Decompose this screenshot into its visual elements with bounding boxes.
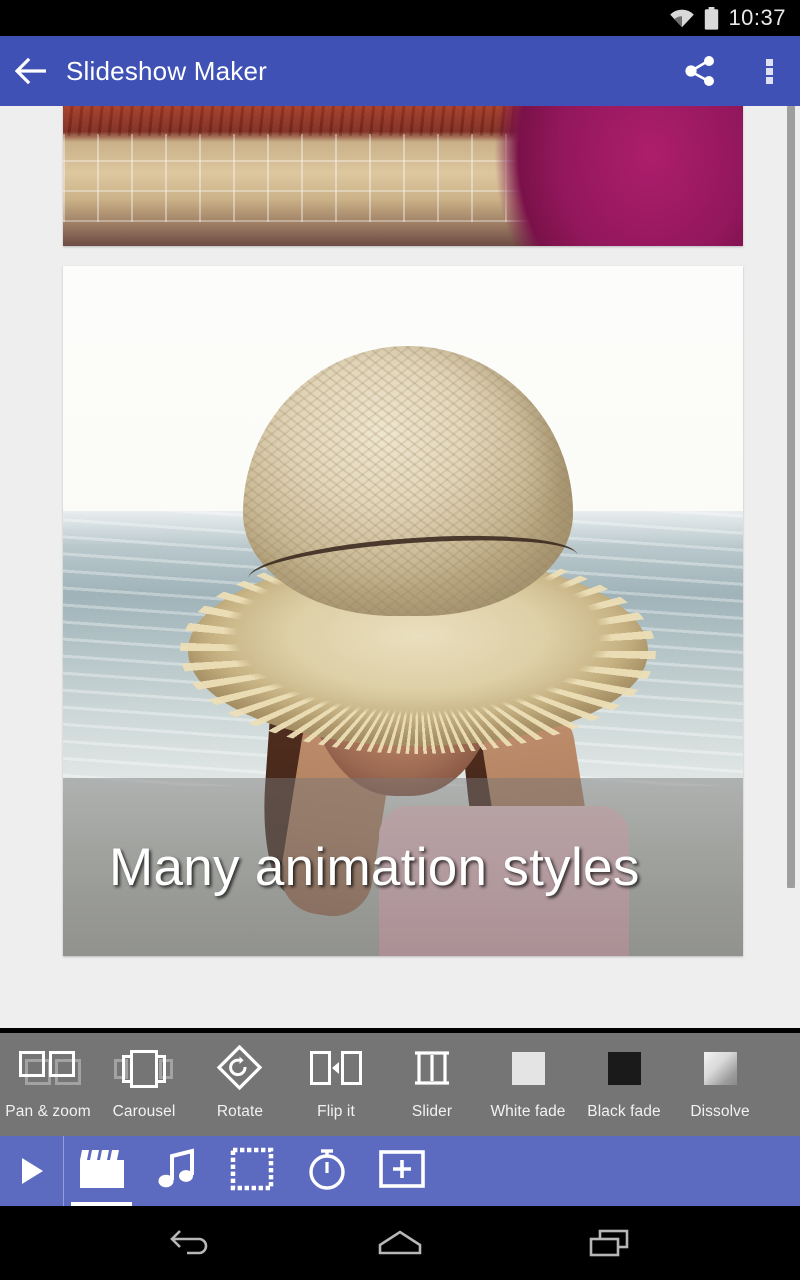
style-label: Carousel (112, 1103, 176, 1120)
style-item-carousel[interactable]: Carousel (96, 1033, 192, 1136)
style-item-dissolve[interactable]: Dissolve (672, 1033, 768, 1136)
animation-styles-bar[interactable]: Pan & zoom Carousel Rotate Flip it Slide… (0, 1033, 800, 1136)
play-icon[interactable] (0, 1136, 64, 1206)
caption-overlay[interactable]: Many animation styles (63, 778, 743, 956)
overflow-dot (765, 76, 773, 84)
tab-timer[interactable] (289, 1136, 364, 1206)
carousel-icon (113, 1045, 175, 1097)
bottom-toolbar[interactable] (0, 1136, 800, 1206)
tab-add[interactable] (364, 1136, 439, 1206)
style-label: Flip it (317, 1103, 355, 1120)
app-bar: Slideshow Maker (0, 36, 800, 106)
style-item-slider[interactable]: Slider (384, 1033, 480, 1136)
style-item-pan-and-zoom[interactable]: Pan & zoom (0, 1033, 96, 1136)
dissolve-icon (689, 1045, 751, 1097)
timer-icon (304, 1146, 350, 1197)
style-item-flip-it[interactable]: Flip it (288, 1033, 384, 1136)
tab-music[interactable] (139, 1136, 214, 1206)
photo-subject (483, 106, 743, 246)
style-label: Rotate (216, 1103, 264, 1120)
caption-text: Many animation styles (109, 837, 640, 897)
share-icon[interactable] (662, 36, 738, 106)
status-bar-clock: 10:37 (728, 5, 786, 30)
clapperboard-icon (76, 1147, 128, 1196)
slide-card-current[interactable]: Many animation styles (63, 266, 743, 956)
rotate-icon (209, 1044, 271, 1097)
overflow-dot (765, 67, 773, 75)
status-bar: 10:37 (0, 0, 800, 36)
tab-video-clapperboard[interactable] (64, 1136, 139, 1206)
style-label: White fade (490, 1103, 566, 1120)
page-title: Slideshow Maker (66, 55, 267, 86)
slider-icon (401, 1045, 463, 1097)
android-back-icon[interactable] (160, 1218, 220, 1268)
android-nav-bar (0, 1206, 800, 1280)
tab-frame[interactable] (214, 1136, 289, 1206)
style-item-rotate[interactable]: Rotate (192, 1033, 288, 1136)
music-note-icon (155, 1147, 199, 1196)
black-fade-icon (593, 1045, 655, 1097)
vertical-scrollbar-thumb[interactable] (787, 106, 795, 888)
style-item-black-fade[interactable]: Black fade (576, 1033, 672, 1136)
style-label: Pan & zoom (5, 1103, 91, 1120)
slide-card-previous[interactable] (63, 106, 743, 246)
pan-and-zoom-icon (17, 1045, 81, 1097)
back-arrow-icon[interactable] (0, 36, 64, 106)
slide-photo (63, 106, 743, 246)
style-label: Dissolve (690, 1103, 750, 1120)
wifi-icon (669, 8, 695, 28)
style-label: Slider (411, 1103, 453, 1120)
overflow-dot (765, 58, 773, 66)
white-fade-icon (497, 1045, 559, 1097)
flip-it-icon (305, 1045, 367, 1097)
battery-icon (704, 6, 719, 30)
app-bar-actions (662, 36, 800, 106)
style-item-white-fade[interactable]: White fade (480, 1033, 576, 1136)
device-screen: 10:37 Slideshow Maker Many animation sty… (0, 0, 800, 1280)
android-home-icon[interactable] (370, 1218, 430, 1268)
android-recents-icon[interactable] (580, 1218, 640, 1268)
frame-border-icon (228, 1147, 276, 1196)
overflow-menu-icon[interactable] (738, 36, 800, 106)
add-box-icon (377, 1148, 427, 1195)
slide-list[interactable]: Many animation styles (0, 106, 800, 1028)
style-label: Black fade (587, 1103, 661, 1120)
